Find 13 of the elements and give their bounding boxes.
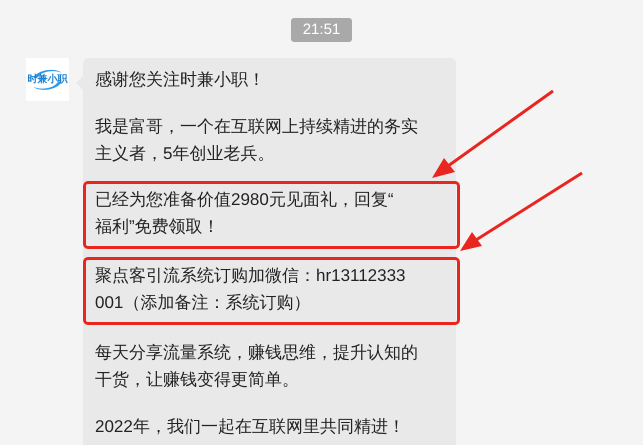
message-text: 主义者，5年创业老兵。 xyxy=(95,143,276,165)
logo-text: 时兼小职 xyxy=(28,74,68,84)
message-text: 福利”免费领取！ xyxy=(95,216,221,238)
message-text: 2022年，我们一起在互联网里共同精进！ xyxy=(95,416,406,438)
message-text: 每天分享流量系统，赚钱思维，提升认知的 xyxy=(95,342,419,364)
timestamp: 21:51 xyxy=(290,18,352,42)
message-text: 干货，让赚钱变得更简单。 xyxy=(95,369,300,391)
message-text: 已经为您准备价值2980元见面礼，回复“ xyxy=(95,189,394,211)
message-text: 感谢您关注时兼小职！ xyxy=(95,69,266,91)
avatar[interactable]: 时兼小职 xyxy=(26,58,69,101)
message-text: 我是富哥，一个在互联网上持续精进的务实 xyxy=(95,116,419,138)
message-text: 聚点客引流系统订购加微信：hr13112333 xyxy=(95,265,406,287)
message-text: 001（添加备注：系统订购） xyxy=(95,292,312,314)
